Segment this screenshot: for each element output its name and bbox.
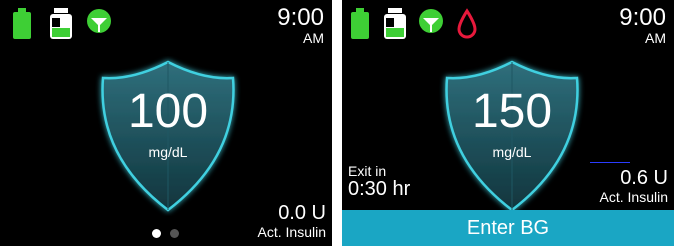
exit-timer-label: Exit in [348,163,387,179]
clock-time: 9:00 [619,4,666,31]
clock-time: 9:00 [277,4,324,31]
bg-unit: mg/dL [148,144,188,160]
page-indicator[interactable] [152,225,188,243]
active-insulin-value: 0.6 U [620,167,668,189]
active-insulin: 0.6 U Act. Insulin [600,168,668,204]
active-insulin-label: Act. Insulin [257,224,326,240]
bg-value: 150 [471,85,553,138]
clock-ampm: AM [303,30,324,46]
page-dot[interactable] [170,229,179,238]
clock: 9:00 AM [619,4,666,46]
clock: 9:00 AM [277,4,324,46]
clock-ampm: AM [645,30,666,46]
active-insulin-value: 0.0 U [278,202,326,224]
bg-value: 100 [127,85,209,138]
battery-icon [351,8,369,39]
pump-screen-bg-entry: 9:00 AM 150 mg/dL Exit in 0:30 hr 0.6 U … [342,0,674,246]
active-insulin-label: Act. Insulin [599,189,668,205]
insulin-cartridge-icon [50,8,72,39]
page-dot-active[interactable] [152,229,161,238]
bg-unit: mg/dL [492,144,532,160]
signal-icon [87,9,111,33]
signal-icon [419,9,443,33]
active-insulin: 0.0 U Act. Insulin [258,203,326,239]
pump-screen-home: 9:00 AM 100 mg/dL 0.0 U Act. Insulin [0,0,332,246]
blood-drop-icon [457,8,477,39]
insulin-cartridge-icon [384,8,406,39]
exit-timer-value: 0:30 hr [348,178,411,200]
divider [590,162,630,163]
enter-bg-button[interactable]: Enter BG [342,210,674,246]
battery-icon [13,8,31,39]
